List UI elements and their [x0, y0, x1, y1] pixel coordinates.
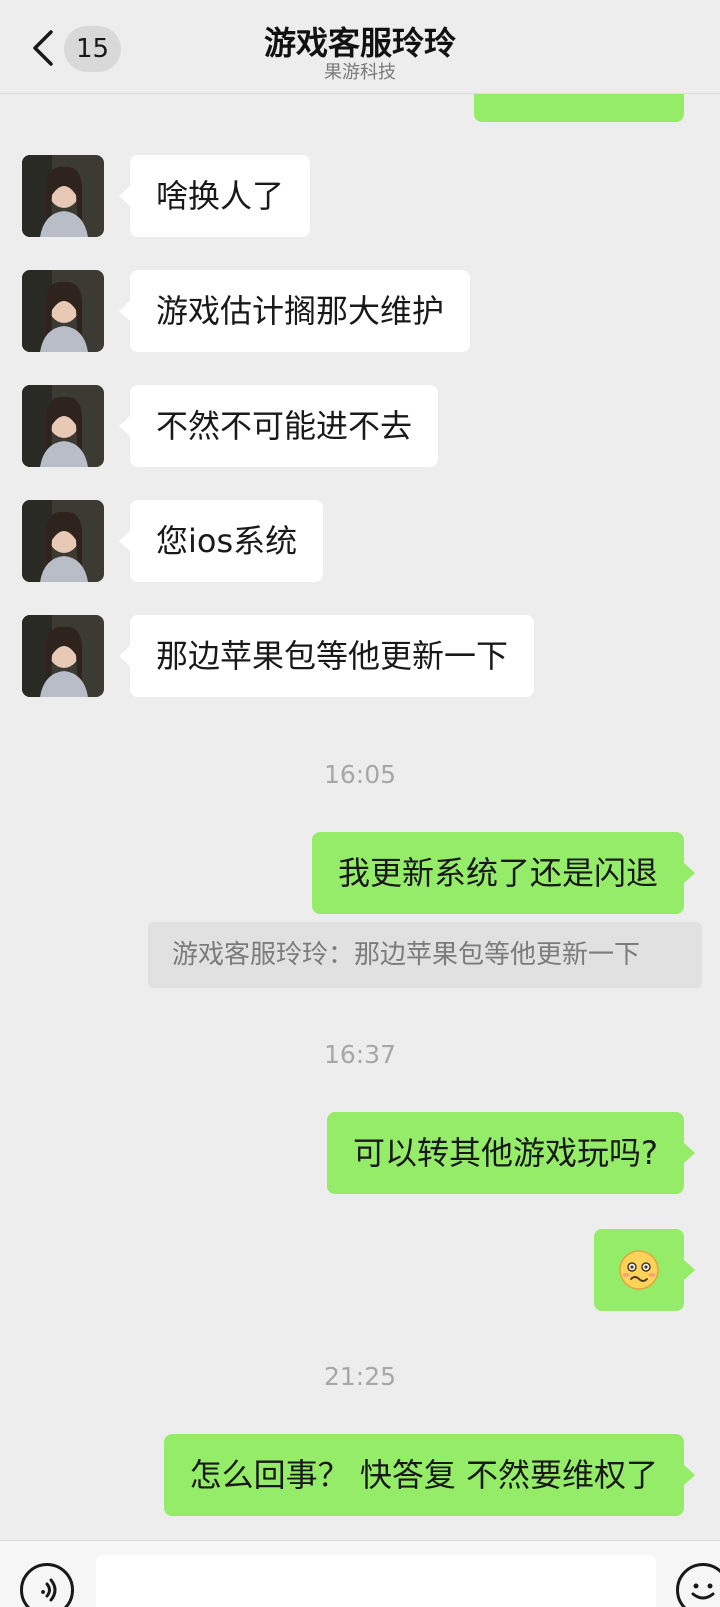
message-bubble-outgoing[interactable]: 可以转其他游戏玩吗? [327, 1112, 695, 1194]
voice-icon [41, 1578, 57, 1602]
message-row-incoming: 不然不可能进不去 [0, 385, 720, 467]
message-input[interactable] [96, 1555, 656, 1607]
contact-avatar[interactable] [22, 270, 104, 352]
smiley-icon [691, 1583, 715, 1600]
timestamp: 16:37 [323, 1040, 397, 1069]
message-bubble-incoming[interactable]: 啥换人了 [118, 155, 311, 237]
contact-avatar[interactable] [22, 155, 104, 237]
message-bubble-outgoing-emoji[interactable] [594, 1229, 695, 1311]
message-bubble-incoming[interactable]: 您ios系统 [118, 500, 324, 582]
message-bubble-outgoing[interactable]: 我更新系统了还是闪退 [311, 832, 696, 914]
contact-avatar[interactable] [22, 385, 104, 467]
chat-subtitle: 果游科技 [324, 62, 396, 83]
contact-avatar[interactable] [22, 500, 104, 582]
timestamp: 16:05 [323, 760, 397, 789]
message-row-incoming: 游戏估计搁那大维护 [0, 270, 720, 352]
emoji-picker-button[interactable] [676, 1563, 720, 1607]
avatar-photo-icon [22, 615, 104, 697]
avatar-photo-icon [22, 155, 104, 237]
message-bubble-incoming[interactable]: 不然不可能进不去 [118, 385, 439, 467]
voice-input-button[interactable] [20, 1563, 74, 1607]
quoted-message[interactable]: 游戏客服玲玲：那边苹果包等他更新一下 [148, 922, 702, 988]
input-bar [0, 1540, 720, 1607]
chat-header: 15 游戏客服玲玲 果游科技 [0, 0, 720, 94]
avatar-photo-icon [22, 500, 104, 582]
avatar-photo-icon [22, 385, 104, 467]
message-row-incoming: 您ios系统 [0, 500, 720, 582]
timestamp: 21:25 [323, 1362, 397, 1391]
message-bubble-outgoing[interactable]: 怎么回事？ 快答复 不然要维权了 [163, 1434, 696, 1516]
message-row-incoming: 啥换人了 [0, 155, 720, 237]
avatar-photo-icon [22, 270, 104, 352]
message-bubble-incoming[interactable]: 那边苹果包等他更新一下 [118, 615, 535, 697]
message-row-incoming: 那边苹果包等他更新一下 [0, 615, 720, 697]
message-bubble-incoming[interactable]: 游戏估计搁那大维护 [118, 270, 471, 352]
contact-avatar[interactable] [22, 615, 104, 697]
woozy-face-emoji-icon [619, 1250, 659, 1290]
